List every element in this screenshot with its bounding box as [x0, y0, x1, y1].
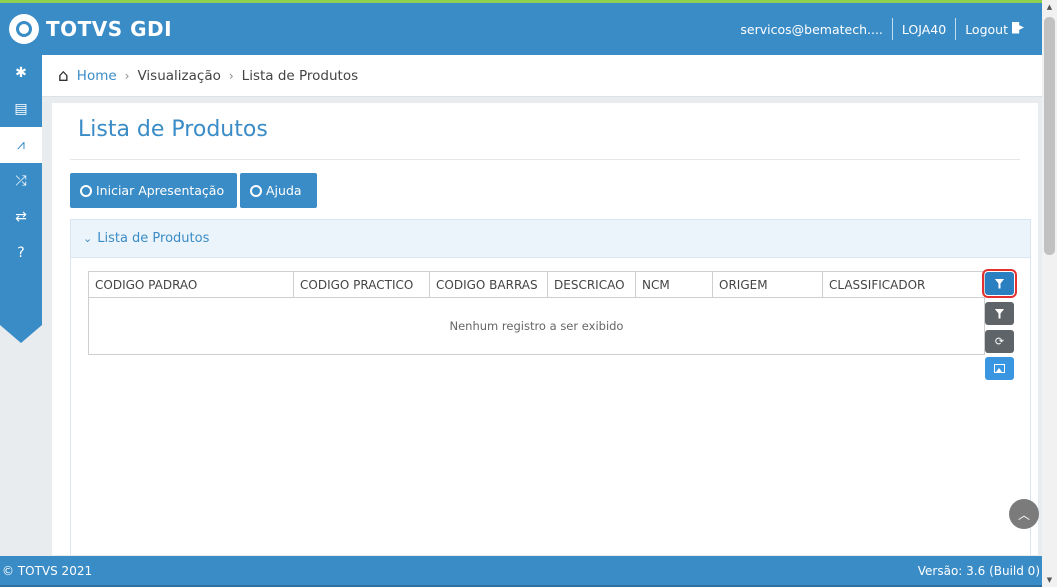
chart-line-icon: ⩘ — [17, 137, 25, 153]
breadcrumb-home[interactable]: Home — [77, 68, 117, 84]
user-email[interactable]: servicos@bematech.... — [740, 22, 883, 37]
top-bar: TOTVS GDI servicos@bematech.... LOJA40 L… — [0, 0, 1042, 55]
filter-icon — [994, 308, 1005, 319]
refresh-icon: ⟳ — [994, 335, 1005, 348]
export-image-button[interactable] — [985, 357, 1014, 380]
products-panel: ⌄ Lista de Produtos CODIGO PADRAO CODIGO… — [70, 219, 1031, 555]
user-area: servicos@bematech.... LOJA40 Logout — [740, 18, 1042, 40]
page-title: Lista de Produtos — [78, 117, 268, 142]
store-code[interactable]: LOJA40 — [902, 22, 946, 37]
start-presentation-button[interactable]: Iniciar Apresentação — [70, 173, 237, 208]
panel-title: Lista de Produtos — [97, 231, 210, 246]
breadcrumb-separator: › — [228, 68, 234, 83]
column-header[interactable]: NCM — [636, 272, 713, 297]
start-presentation-label: Iniciar Apresentação — [96, 183, 225, 198]
brand-name: TOTVS GDI — [46, 17, 173, 41]
empty-message: Nenhum registro a ser exibido — [449, 319, 624, 333]
footer: © TOTVS 2021 Versão: 3.6 (Build 0) — [0, 556, 1042, 585]
copyright: © TOTVS 2021 — [2, 563, 93, 578]
scroll-down-arrow-icon[interactable]: ▼ — [1042, 573, 1057, 587]
sidebar-item-reports[interactable]: ▤ — [0, 91, 42, 127]
sidebar-item-charts[interactable]: ⩘ — [0, 127, 42, 163]
page-scrollbar[interactable]: ▲ ▼ — [1042, 0, 1057, 587]
divider — [70, 159, 1020, 160]
chevron-up-icon: ︿ — [1017, 507, 1030, 522]
help-icon: ? — [17, 245, 25, 261]
breadcrumb-separator: › — [124, 68, 130, 83]
logout-label: Logout — [965, 21, 1008, 37]
report-icon: ▤ — [14, 101, 28, 117]
gear-icon: ✱ — [15, 65, 27, 81]
play-circle-icon — [80, 184, 92, 197]
version-label: Versão: 3.6 (Build 0) — [917, 563, 1040, 578]
filter-button[interactable] — [982, 269, 1017, 298]
breadcrumb: ⌂ Home › Visualização › Lista de Produto… — [42, 55, 1042, 97]
breadcrumb-current: Lista de Produtos — [241, 67, 359, 84]
divider — [955, 18, 957, 40]
column-header[interactable]: ORIGEM — [713, 272, 823, 297]
totvs-logo-icon — [9, 14, 39, 44]
logout-link[interactable]: Logout — [965, 21, 1024, 37]
help-label: Ajuda — [266, 183, 302, 198]
sidebar-item-help[interactable]: ? — [0, 235, 42, 271]
table-header: CODIGO PADRAO CODIGO PRACTICO CODIGO BAR… — [89, 272, 984, 298]
advanced-filter-button[interactable] — [985, 302, 1014, 325]
filter-icon — [994, 278, 1005, 289]
image-icon — [994, 364, 1005, 373]
refresh-button[interactable]: ⟳ — [985, 330, 1014, 353]
breadcrumb-visualizacao[interactable]: Visualização — [137, 68, 220, 84]
scroll-to-top-button[interactable]: ︿ — [1009, 499, 1039, 529]
help-button[interactable]: Ajuda — [240, 173, 317, 208]
question-circle-icon — [250, 184, 262, 197]
column-header[interactable]: CODIGO BARRAS — [430, 272, 548, 297]
sidebar-item-sync[interactable]: ⇄ — [0, 199, 42, 235]
sidebar: ✱ ▤ ⩘ ⤮ ⇄ ? — [0, 55, 42, 343]
shuffle-icon: ⤮ — [15, 173, 27, 189]
column-header[interactable]: CODIGO PADRAO — [89, 272, 294, 297]
logout-icon — [1012, 21, 1024, 34]
chevron-down-icon: ⌄ — [83, 232, 93, 245]
panel-header[interactable]: ⌄ Lista de Produtos — [71, 220, 1030, 258]
column-header[interactable]: CODIGO PRACTICO — [294, 272, 430, 297]
column-header[interactable]: DESCRICAO — [548, 272, 636, 297]
brand-logo[interactable]: TOTVS GDI — [0, 14, 172, 44]
products-table: CODIGO PADRAO CODIGO PRACTICO CODIGO BAR… — [88, 271, 985, 355]
sidebar-item-shuffle[interactable]: ⤮ — [0, 163, 42, 199]
sidebar-item-settings[interactable]: ✱ — [0, 55, 42, 91]
divider — [891, 18, 893, 40]
retweet-icon: ⇄ — [15, 209, 27, 225]
home-icon[interactable]: ⌂ — [58, 66, 69, 86]
scrollbar-thumb[interactable] — [1044, 17, 1055, 255]
main-content: Lista de Produtos Iniciar Apresentação A… — [52, 103, 1038, 555]
scroll-up-arrow-icon[interactable]: ▲ — [1042, 0, 1057, 14]
column-header[interactable]: CLASSIFICADOR — [823, 272, 984, 297]
